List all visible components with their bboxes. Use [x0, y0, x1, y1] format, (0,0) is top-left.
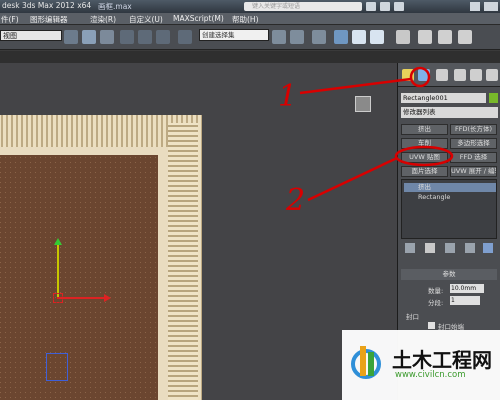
- annotation-label-2: 2: [286, 183, 306, 218]
- watermark-url: www.civilcn.com: [395, 370, 466, 380]
- civilcn-logo-icon: [351, 346, 381, 379]
- annotation-arrow-2: [307, 156, 398, 202]
- annotation-ellipse-uvw-map: [394, 145, 454, 167]
- annotation-arrow-1: [299, 77, 412, 95]
- watermark: 土木工程网 www.civilcn.com: [342, 330, 500, 400]
- annotation-circle-modify-tab: [409, 66, 431, 88]
- annotation-label-1: 1: [278, 79, 298, 114]
- watermark-title: 土木工程网: [392, 348, 492, 372]
